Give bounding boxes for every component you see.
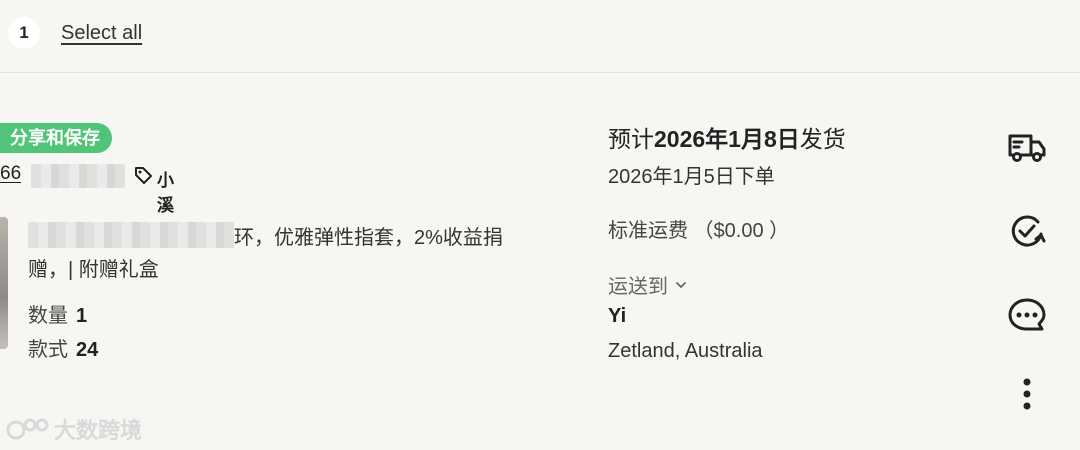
watermark-text: 大数跨境 <box>54 418 143 443</box>
chevron-down-icon <box>676 281 686 288</box>
shipping-fee: 标准运费 （$0.00 ） <box>608 220 790 242</box>
share-save-badge[interactable]: 分享和保存 <box>0 123 112 153</box>
product-title-line-2[interactable]: 赠，| 附赠礼盒 <box>28 253 159 282</box>
recipient-address: Zetland, Australia <box>608 340 763 362</box>
estimated-ship-date: 预计2026年1月8日发货 <box>608 120 846 154</box>
style-value: 24 <box>76 339 99 361</box>
style-label: 款式 <box>28 339 68 361</box>
shop-name[interactable]: 小溪 <box>157 166 174 216</box>
tag-icon <box>135 167 152 184</box>
more-icon <box>1023 378 1031 410</box>
recipient-name: Yi <box>608 305 627 327</box>
product-title-line-1[interactable]: 环，优雅弹性指套，2%收益捐 <box>234 221 503 250</box>
eta-suffix: 发货 <box>799 126 846 152</box>
message-seller-button[interactable] <box>1005 294 1049 338</box>
order-date: 2026年1月5日下单 <box>608 166 775 188</box>
watermark-logo-icon <box>6 418 49 440</box>
track-shipment-button[interactable] <box>1005 125 1049 169</box>
ship-to-label: 运送到 <box>608 276 668 298</box>
redacted-shop-text <box>31 164 125 188</box>
product-thumbnail[interactable] <box>0 217 8 349</box>
select-all-link[interactable]: Select all <box>61 22 142 45</box>
watermark: 大数跨境 <box>6 413 142 445</box>
truck-icon <box>1008 134 1046 162</box>
check-arrow-icon <box>1011 215 1046 247</box>
style-row: 款式 24 <box>28 333 98 362</box>
eta-prefix: 预计 <box>608 126 654 152</box>
ship-to-toggle[interactable]: 运送到 <box>608 270 688 299</box>
shop-id-link[interactable]: 66 <box>0 163 21 185</box>
quantity-label: 数量 <box>28 305 68 327</box>
quantity-row: 数量 1 <box>28 299 87 328</box>
order-page: 1 Select all 分享和保存 66 小溪 环，优雅弹性指套，2%收益捐 … <box>0 0 1080 450</box>
eta-date: 2026年1月8日 <box>654 126 800 152</box>
message-icon <box>1008 298 1046 331</box>
quantity-value: 1 <box>76 305 88 327</box>
redacted-product-title <box>28 222 234 248</box>
more-options-button[interactable] <box>1005 372 1049 416</box>
selected-count-badge: 1 <box>8 17 40 49</box>
selection-toolbar: 1 Select all <box>0 0 1080 73</box>
order-status-button[interactable] <box>1005 209 1049 253</box>
